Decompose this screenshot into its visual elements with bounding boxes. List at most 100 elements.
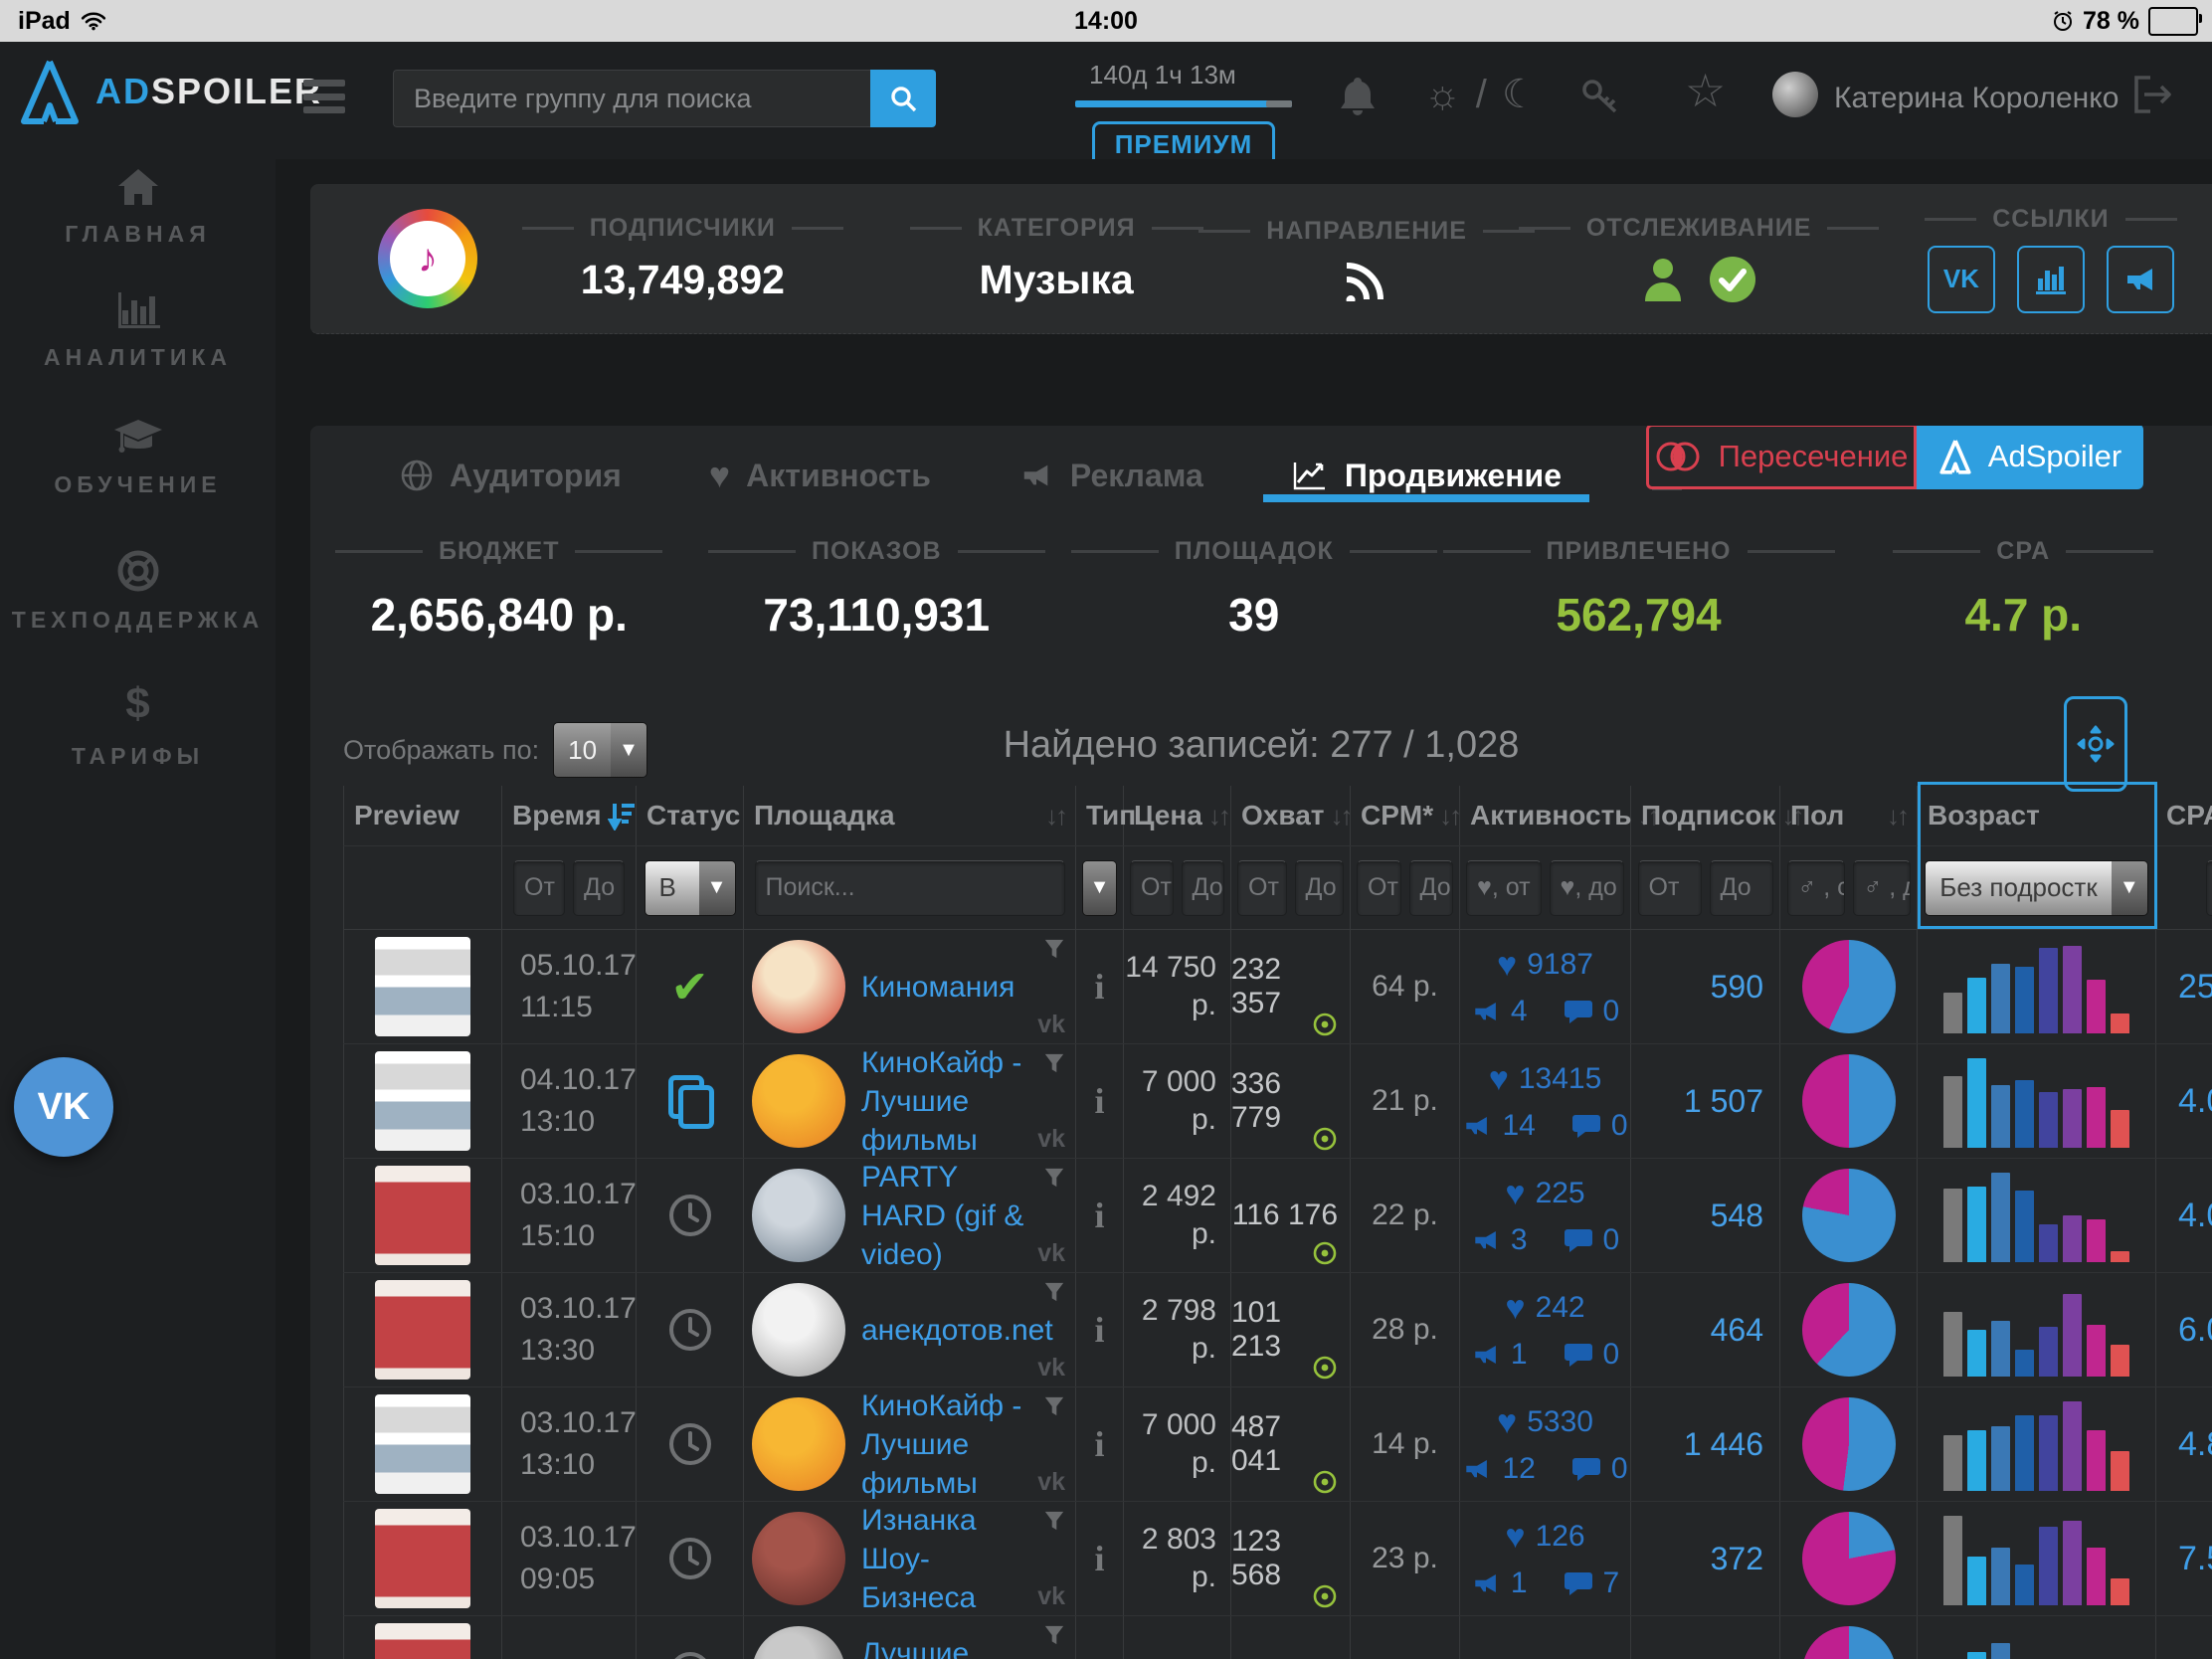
type-info-icon[interactable]: i — [1076, 1387, 1124, 1501]
platform-name-link[interactable]: анекдотов.net — [861, 1311, 1053, 1350]
favorites-star-icon[interactable]: ☆ — [1685, 64, 1726, 117]
platform-name-link[interactable]: PARTY HARD (gif & video) — [861, 1158, 1041, 1274]
post-preview-thumbnail[interactable] — [375, 1051, 470, 1151]
column-header-time[interactable]: Время — [502, 786, 637, 845]
sidebar-item-analytics[interactable]: АНАЛИТИКА — [0, 288, 276, 371]
filter-likes-to[interactable]: ♥, до — [1550, 860, 1625, 916]
filter-funnel-icon[interactable] — [1043, 1510, 1065, 1532]
reach-eye-icon[interactable] — [1312, 1012, 1338, 1037]
sidebar-item-home[interactable]: ГЛАВНАЯ — [0, 167, 276, 248]
move-columns-button[interactable] — [2064, 696, 2127, 792]
platform-avatar[interactable] — [752, 940, 845, 1033]
tab-promotion[interactable]: Продвижение — [1291, 426, 1562, 525]
platform-avatar[interactable] — [752, 1512, 845, 1605]
intersection-button[interactable]: Пересечение — [1646, 426, 1917, 489]
column-header-platform[interactable]: Площадка↓↑ — [744, 786, 1076, 845]
filter-funnel-icon[interactable] — [1043, 938, 1065, 960]
type-info-icon[interactable]: i — [1076, 1616, 1124, 1659]
filter-gender-to[interactable]: ♂ , д — [1853, 860, 1911, 916]
vk-source-icon[interactable]: vk — [1037, 1125, 1065, 1154]
adspoiler-logo[interactable]: ADSPOILER — [18, 56, 322, 127]
column-header-status[interactable]: Статус — [637, 786, 744, 845]
type-info-icon[interactable]: i — [1076, 1044, 1124, 1158]
filter-funnel-icon[interactable] — [1043, 1167, 1065, 1189]
column-header-gender[interactable]: Пол↓↑ — [1780, 786, 1918, 845]
vk-source-icon[interactable]: vk — [1037, 1011, 1065, 1039]
logout-icon[interactable] — [2130, 74, 2174, 115]
filter-reach-from[interactable]: От — [1237, 860, 1287, 916]
filter-likes-from[interactable]: ♥, от — [1466, 860, 1542, 916]
platform-name-link[interactable]: КиноКайф - Лучшие фильмы — [861, 1386, 1041, 1503]
column-header-subs[interactable]: Подписок↓↑ — [1631, 786, 1780, 845]
column-header-cpa[interactable]: CPA — [2156, 786, 2212, 845]
stats-link-button[interactable] — [2017, 246, 2085, 313]
theme-toggle-icon[interactable]: ☼ / ☾ — [1424, 72, 1540, 117]
platform-name-link[interactable]: Киномания — [861, 968, 1014, 1007]
filter-time-from[interactable]: От — [513, 860, 565, 916]
platform-avatar[interactable] — [752, 1169, 845, 1262]
user-name[interactable]: Катерина Короленко — [1834, 82, 2119, 115]
sidebar-item-support[interactable]: ТЕХПОДДЕРЖКА — [0, 549, 276, 634]
filter-funnel-icon[interactable] — [1043, 1395, 1065, 1417]
column-header-cpm[interactable]: CPM*↓↑ — [1351, 786, 1460, 845]
vk-source-icon[interactable]: vk — [1037, 1468, 1065, 1497]
filter-funnel-icon[interactable] — [1043, 1052, 1065, 1074]
search-button[interactable] — [870, 70, 936, 127]
reach-eye-icon[interactable] — [1312, 1355, 1338, 1381]
tab-audience[interactable]: Аудитория — [400, 426, 622, 525]
column-header-activity[interactable]: Активность↓↑ — [1460, 786, 1631, 845]
column-header-preview[interactable]: Preview — [343, 786, 502, 845]
post-preview-thumbnail[interactable] — [375, 1394, 470, 1494]
sidebar-item-tariffs[interactable]: $ТАРИФЫ — [0, 679, 276, 770]
sort-arrows-icon[interactable]: ↓↑ — [1439, 801, 1459, 831]
menu-toggle-icon[interactable] — [303, 80, 345, 113]
filter-time-to[interactable]: До — [573, 860, 625, 916]
vk-source-icon[interactable]: vk — [1037, 1239, 1065, 1268]
sort-arrows-icon[interactable]: ↓↑ — [1045, 801, 1065, 831]
filter-type-select[interactable]: ▼ — [1082, 860, 1117, 916]
platform-avatar[interactable] — [752, 1626, 845, 1659]
platform-avatar[interactable] — [752, 1283, 845, 1377]
filter-status-select[interactable]: В▼ — [645, 860, 736, 916]
reach-eye-icon[interactable] — [1312, 1126, 1338, 1152]
type-info-icon[interactable]: i — [1076, 1502, 1124, 1615]
adspoiler-button[interactable]: AdSpoiler — [1917, 426, 2143, 489]
post-preview-thumbnail[interactable] — [375, 937, 470, 1036]
vk-link-button[interactable]: VK — [1928, 246, 1995, 313]
filter-subs-from[interactable]: От — [1638, 860, 1702, 916]
filter-price-to[interactable]: До — [1182, 860, 1225, 916]
filter-gender-from[interactable]: ♂ , с — [1787, 860, 1845, 916]
group-avatar[interactable]: ♪ — [378, 209, 477, 308]
sort-desc-icon[interactable] — [608, 801, 638, 830]
filter-age-select[interactable]: Без подростк▼ — [1925, 860, 2147, 916]
reach-eye-icon[interactable] — [1312, 1469, 1338, 1495]
filter-platform-search[interactable]: Поиск... — [755, 860, 1065, 916]
column-header-type[interactable]: Тип — [1076, 786, 1124, 845]
notifications-bell-icon[interactable] — [1338, 74, 1378, 117]
sort-arrows-icon[interactable]: ↓↑ — [1330, 801, 1350, 831]
filter-cpm-from[interactable]: От — [1357, 860, 1401, 916]
filter-subs-to[interactable]: До — [1710, 860, 1773, 916]
vk-fab-button[interactable]: VK — [14, 1057, 113, 1157]
type-info-icon[interactable]: i — [1076, 1273, 1124, 1386]
api-key-icon[interactable] — [1579, 76, 1621, 115]
column-header-price[interactable]: Цена↓↑ — [1124, 786, 1231, 845]
post-preview-thumbnail[interactable] — [375, 1623, 470, 1659]
filter-cpm-to[interactable]: До — [1409, 860, 1454, 916]
filter-funnel-icon[interactable] — [1043, 1281, 1065, 1303]
post-preview-thumbnail[interactable] — [375, 1280, 470, 1380]
search-input[interactable]: Введите группу для поиска — [393, 70, 870, 127]
reach-eye-icon[interactable] — [1312, 1583, 1338, 1609]
platform-name-link[interactable]: Изнанка Шоу-Бизнеса — [861, 1501, 1041, 1617]
tab-ads[interactable]: Реклама — [1018, 426, 1203, 525]
sort-arrows-icon[interactable]: ↓↑ — [1208, 801, 1228, 831]
post-preview-thumbnail[interactable] — [375, 1166, 470, 1265]
type-info-icon[interactable]: i — [1076, 1159, 1124, 1272]
platform-avatar[interactable] — [752, 1054, 845, 1148]
filter-price-from[interactable]: От — [1130, 860, 1174, 916]
column-header-age[interactable]: Возраст — [1918, 786, 2156, 845]
sort-arrows-icon[interactable]: ↓↑ — [1887, 801, 1907, 831]
type-info-icon[interactable]: i — [1076, 930, 1124, 1043]
filter-cpa-from[interactable]: От — [2206, 860, 2212, 916]
tab-activity[interactable]: ♥Активность — [709, 426, 931, 525]
